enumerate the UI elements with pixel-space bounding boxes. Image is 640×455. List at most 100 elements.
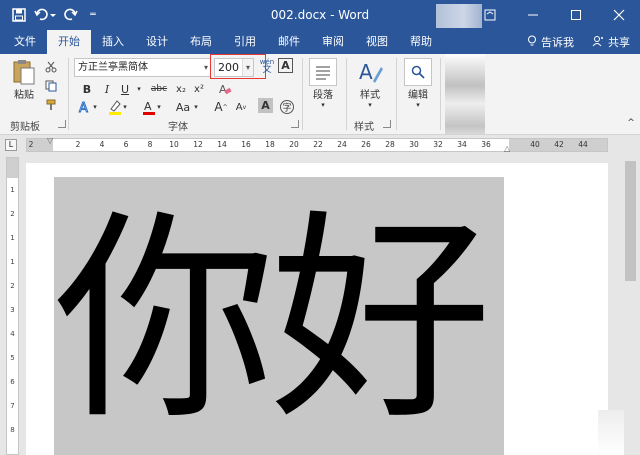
superscript-button[interactable]: x²	[190, 80, 208, 98]
scrollbar-thumb[interactable]	[625, 161, 636, 281]
top-margin	[7, 158, 18, 178]
tab-view[interactable]: 视图	[355, 30, 399, 54]
tab-selector[interactable]: L	[5, 139, 17, 151]
ruler-tick: 4	[99, 140, 105, 149]
ruler-tick: 10	[169, 140, 179, 149]
maximize-icon[interactable]	[554, 0, 597, 30]
minimize-icon[interactable]	[511, 0, 554, 30]
paragraph-button[interactable]: 段落 ▾	[309, 58, 337, 109]
ruler-tick: 2	[28, 140, 34, 149]
tab-layout[interactable]: 布局	[179, 30, 223, 54]
vertical-ruler[interactable]: 1 2 1 1 2 3 4 5 6 7 8	[6, 157, 19, 455]
chevron-down-icon[interactable]: ▾	[242, 59, 253, 76]
ruler-row: L 2 2 4 6 8 10 12 14 16 18 20 22 24 26 2…	[0, 135, 640, 283]
ruler-tick: 16	[241, 140, 251, 149]
tab-references[interactable]: 引用	[223, 30, 267, 54]
ruler-tick: 20	[289, 140, 299, 149]
horizontal-ruler[interactable]: 2 2 4 6 8 10 12 14 16 18 20 22 24 26 28 …	[26, 136, 608, 153]
ruler-tick: 22	[313, 140, 323, 149]
redo-icon[interactable]	[60, 4, 82, 26]
undo-icon[interactable]	[30, 4, 60, 26]
ruler-tick: 26	[361, 140, 371, 149]
ruler-tick: 14	[217, 140, 227, 149]
save-icon[interactable]	[8, 4, 30, 26]
tab-mailings[interactable]: 邮件	[267, 30, 311, 54]
ruler-tick: 2	[10, 210, 15, 218]
share-button[interactable]: 共享	[592, 34, 630, 50]
document-page[interactable]: 你好	[26, 163, 608, 455]
ruler-tick: 4	[10, 330, 15, 338]
dropdown-icon[interactable]: ▾	[192, 98, 200, 116]
italic-button[interactable]: I	[98, 80, 116, 98]
format-painter-icon[interactable]	[42, 96, 60, 114]
vertical-scrollbar[interactable]	[622, 155, 640, 455]
ruler-tick: 7	[10, 402, 15, 410]
ruler-tick: 1	[10, 186, 15, 194]
customize-qat-icon[interactable]: ═	[82, 4, 104, 26]
ruler-tick: 1	[10, 234, 15, 242]
ruler-tick: 28	[385, 140, 395, 149]
font-size-box[interactable]: 200 ▾	[214, 58, 254, 77]
underline-dropdown-icon[interactable]: ▾	[130, 80, 148, 98]
styles-label: 样式	[360, 90, 380, 101]
strikethrough-button[interactable]: abc	[148, 80, 170, 98]
enclose-characters-icon[interactable]: 字	[278, 98, 296, 116]
subscript-button[interactable]: x₂	[172, 80, 190, 98]
search-icon	[404, 58, 432, 86]
paste-button[interactable]: 粘贴	[10, 58, 38, 101]
ruler-tick: 5	[10, 354, 15, 362]
window-controls	[468, 0, 640, 30]
obscured-region	[598, 410, 624, 455]
ruler-tick: 3	[10, 306, 15, 314]
ruler-tick: 8	[147, 140, 153, 149]
styles-button[interactable]: A 样式 ▾	[356, 58, 384, 109]
ribbon-display-options-icon[interactable]	[468, 0, 511, 30]
tell-me-button[interactable]: 告诉我	[527, 34, 574, 50]
collapse-ribbon-icon[interactable]: ^	[622, 114, 640, 132]
quick-access-toolbar: ═	[0, 4, 104, 26]
tabs-right: 告诉我 共享	[527, 30, 630, 54]
shrink-font-icon[interactable]: Av	[232, 98, 250, 116]
cut-icon[interactable]	[42, 58, 60, 76]
tab-review[interactable]: 审阅	[311, 30, 355, 54]
person-icon	[592, 35, 604, 50]
editing-button[interactable]: 编辑 ▾	[404, 58, 432, 109]
character-shading-icon[interactable]: A	[258, 98, 273, 113]
copy-icon[interactable]	[42, 77, 60, 95]
tab-file[interactable]: 文件	[0, 30, 47, 54]
editing-label: 编辑	[408, 90, 428, 101]
clear-formatting-icon[interactable]: A	[216, 80, 234, 98]
svg-text:A: A	[359, 60, 373, 84]
tab-insert[interactable]: 插入	[91, 30, 135, 54]
ruler-tick: 1	[10, 258, 15, 266]
styles-launcher-icon[interactable]	[383, 120, 391, 128]
change-case-button[interactable]: Aa	[172, 98, 194, 116]
tab-help[interactable]: 帮助	[399, 30, 443, 54]
document-text[interactable]: 你好	[54, 201, 524, 455]
group-separator	[440, 58, 441, 130]
ruler-tick: 40	[530, 140, 540, 149]
font-launcher-icon[interactable]	[291, 120, 299, 128]
grow-font-icon[interactable]: A ^	[212, 98, 230, 116]
paste-label: 粘贴	[14, 90, 34, 101]
character-border-icon[interactable]: A	[278, 58, 293, 73]
font-group-label: 字体	[168, 122, 188, 133]
ruler-tick: 6	[123, 140, 129, 149]
first-line-indent-marker[interactable]: ▽	[47, 136, 53, 145]
chevron-down-icon[interactable]: ▾	[204, 59, 208, 76]
bold-button[interactable]: B	[78, 80, 96, 98]
font-name-box[interactable]: 方正兰亭黑简体 ▾	[74, 58, 211, 77]
right-indent-marker[interactable]: △	[504, 144, 510, 153]
dropdown-icon[interactable]: ▾	[121, 98, 129, 116]
ruler-tick: 2	[10, 282, 15, 290]
close-icon[interactable]	[597, 0, 640, 30]
tab-design[interactable]: 设计	[135, 30, 179, 54]
clipboard-launcher-icon[interactable]	[58, 120, 66, 128]
styles-icon: A	[356, 58, 384, 86]
dropdown-icon[interactable]: ▾	[91, 98, 99, 116]
dropdown-icon[interactable]: ▾	[155, 98, 163, 116]
phonetic-guide-icon[interactable]: wén 文	[258, 57, 276, 75]
tab-home[interactable]: 开始	[47, 30, 91, 54]
svg-text:字: 字	[283, 102, 292, 114]
svg-text:A: A	[79, 101, 88, 115]
